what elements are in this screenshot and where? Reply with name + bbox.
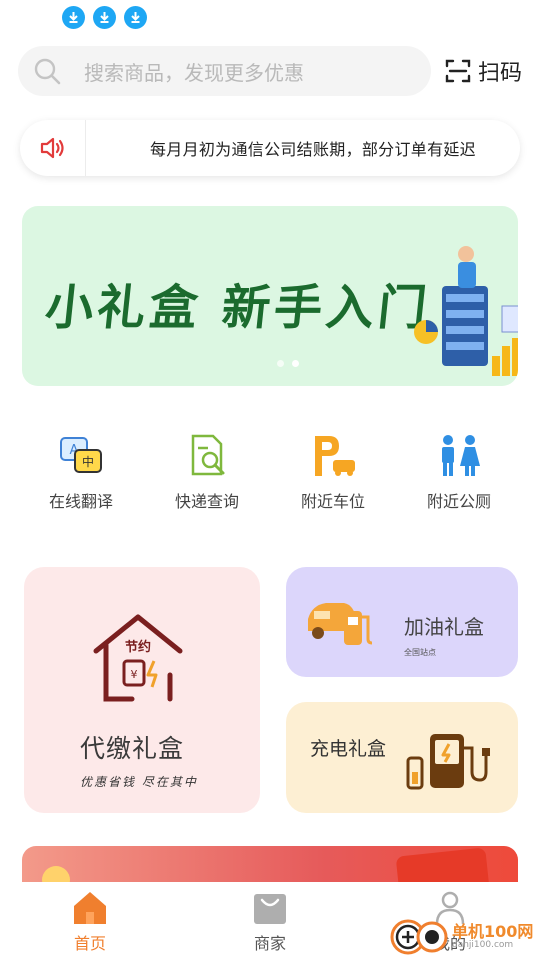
tab-label: 首页 bbox=[73, 934, 106, 953]
search-placeholder: 搜索商品，发现更多优惠 bbox=[84, 60, 304, 85]
carousel-dot[interactable] bbox=[277, 360, 284, 367]
search-icon bbox=[34, 58, 61, 85]
card-subtitle: 全国站点 bbox=[404, 648, 436, 657]
download-icon bbox=[93, 6, 116, 29]
card-title: 代缴礼盒 bbox=[80, 734, 185, 763]
service-label: 快递查询 bbox=[174, 492, 239, 511]
savings-badge: 节约 bbox=[125, 639, 151, 655]
server-illustration-icon bbox=[414, 246, 518, 376]
carousel-indicator bbox=[277, 360, 299, 367]
tab-home[interactable]: 首页 bbox=[0, 882, 180, 960]
scan-icon bbox=[445, 59, 471, 83]
translate-icon: A 中 bbox=[60, 437, 102, 473]
svg-text:¥: ¥ bbox=[131, 668, 138, 681]
carousel-dot-active[interactable] bbox=[292, 360, 299, 367]
tab-label: 商家 bbox=[253, 934, 286, 953]
download-icon bbox=[124, 6, 147, 29]
parking-icon bbox=[315, 436, 355, 476]
site-watermark: 单机100网 danji100.com bbox=[388, 914, 538, 960]
status-bar bbox=[62, 6, 147, 32]
app-screen: 搜索商品，发现更多优惠 扫码 每月月初为通信公司结账期，部分订单有延迟 小礼盒 … bbox=[0, 0, 540, 960]
service-express[interactable]: 快递查询 bbox=[144, 432, 270, 522]
shopping-bag-icon bbox=[254, 894, 286, 924]
restroom-icon bbox=[442, 435, 480, 476]
scan-button[interactable]: 扫码 bbox=[444, 54, 522, 88]
card-subtitle: 优惠省钱 尽在其中 bbox=[80, 775, 198, 789]
card-bill-payment[interactable]: ¥ 节约 代缴礼盒 优惠省钱 尽在其中 bbox=[24, 567, 260, 813]
watermark-text: 单机100网 bbox=[452, 922, 534, 941]
banner-title: 小礼盒 新手入门 bbox=[42, 280, 434, 336]
svg-text:中: 中 bbox=[82, 454, 94, 469]
quick-services: A 中 在线翻译 快递查询 附近车位 附近公厕 bbox=[0, 432, 540, 522]
card-ev-charging[interactable]: 充电礼盒 bbox=[286, 702, 518, 813]
express-query-icon bbox=[191, 434, 225, 476]
service-label: 在线翻译 bbox=[48, 492, 113, 511]
home-icon bbox=[74, 892, 106, 924]
service-label: 附近车位 bbox=[300, 492, 365, 511]
watermark-logo-icon bbox=[390, 919, 448, 955]
card-title: 充电礼盒 bbox=[310, 738, 387, 760]
download-icon bbox=[62, 6, 85, 29]
search-input[interactable]: 搜索商品，发现更多优惠 bbox=[18, 46, 431, 96]
scan-label: 扫码 bbox=[478, 61, 523, 86]
service-label: 附近公厕 bbox=[426, 492, 491, 511]
charging-station-icon bbox=[406, 734, 490, 790]
card-fuel[interactable]: 加油礼盒 全国站点 bbox=[286, 567, 518, 677]
notice-text: 每月月初为通信公司结账期，部分订单有延迟 bbox=[149, 140, 476, 159]
notice-bar[interactable]: 每月月初为通信公司结账期，部分订单有延迟 bbox=[20, 120, 520, 176]
banner-carousel[interactable]: 小礼盒 新手入门 bbox=[22, 206, 518, 386]
service-parking[interactable]: 附近车位 bbox=[270, 432, 396, 522]
card-title: 加油礼盒 bbox=[404, 615, 484, 639]
service-translate[interactable]: A 中 在线翻译 bbox=[18, 432, 144, 522]
tab-merchants[interactable]: 商家 bbox=[180, 882, 360, 960]
service-restroom[interactable]: 附近公厕 bbox=[396, 432, 522, 522]
watermark-url: danji100.com bbox=[452, 940, 514, 950]
speaker-icon bbox=[20, 120, 86, 176]
fuel-pump-icon bbox=[308, 603, 373, 645]
house-savings-icon: ¥ 节约 bbox=[93, 614, 183, 702]
